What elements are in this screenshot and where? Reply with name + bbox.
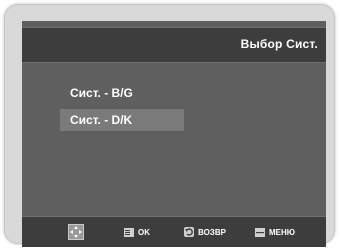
menu-item-system-bg[interactable]: Сист. - B/G: [60, 82, 184, 104]
return-icon: [184, 227, 194, 237]
footer-hint-bar: OK ВОЗВР МЕНЮ: [22, 216, 326, 247]
return-hint[interactable]: ВОЗВР: [184, 226, 226, 238]
enter-icon: [124, 227, 134, 237]
ok-hint[interactable]: OK: [124, 226, 150, 238]
menu-hint[interactable]: МЕНЮ: [255, 226, 295, 238]
title-bar: Выбор Сист.: [22, 27, 326, 63]
osd-screen: Выбор Сист. Сист. - B/G Сист. - D/K OK В…: [22, 21, 326, 247]
ok-label: OK: [138, 227, 150, 237]
menu-item-system-dk[interactable]: Сист. - D/K: [60, 109, 184, 131]
navigation-arrows-icon: [68, 224, 84, 240]
menu-item-label: Сист. - D/K: [70, 113, 133, 127]
return-label: ВОЗВР: [198, 227, 226, 237]
page-title: Выбор Сист.: [240, 37, 318, 51]
tv-frame: Выбор Сист. Сист. - B/G Сист. - D/K OK В…: [4, 4, 335, 247]
menu-label: МЕНЮ: [269, 227, 296, 237]
menu-item-label: Сист. - B/G: [70, 86, 133, 100]
menu-icon: [255, 227, 265, 237]
